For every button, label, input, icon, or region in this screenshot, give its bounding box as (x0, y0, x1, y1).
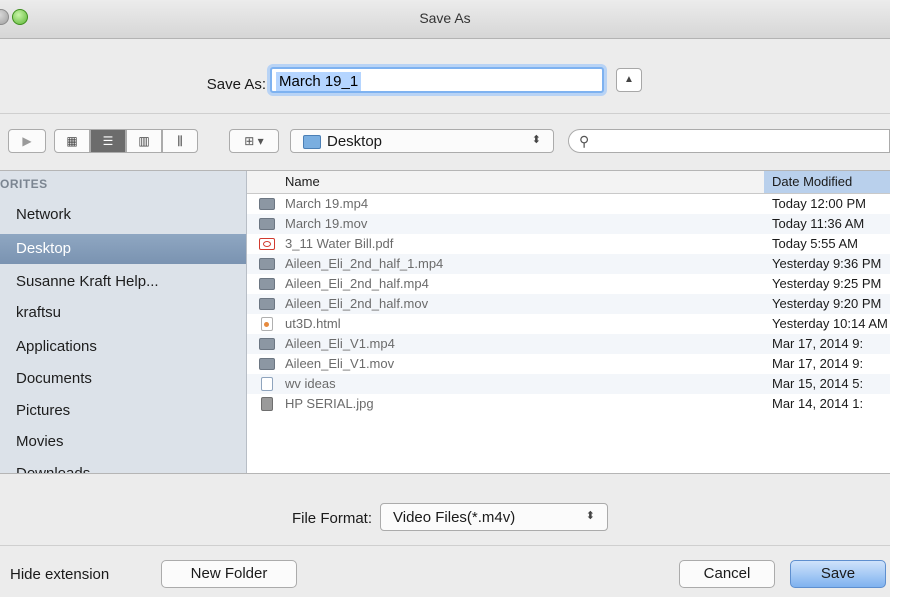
video-file-icon (259, 278, 275, 290)
video-file-icon (259, 298, 275, 310)
file-browser: ORITES Network Desktop Susanne Kraft Hel… (0, 170, 890, 474)
file-format-value: Video Files(*.m4v) (393, 509, 516, 526)
save-as-value[interactable]: March 19_1 (276, 72, 362, 91)
file-date: Today 11:36 AM (772, 216, 865, 231)
cover-flow-button[interactable]: ⫼ (162, 129, 198, 153)
search-icon: ⚲ (579, 133, 590, 149)
file-row[interactable]: Aileen_Eli_2nd_half_1.mp4 Yesterday 9:36… (247, 254, 890, 274)
file-row[interactable]: ut3D.html Yesterday 10:14 AM (247, 314, 890, 334)
location-popup[interactable]: Desktop ⬍ (290, 129, 554, 153)
sidebar-item-network[interactable]: Network (0, 200, 246, 230)
window-title: Save As (419, 10, 471, 26)
column-view-button[interactable]: ▥ (126, 129, 162, 153)
file-date: Today 12:00 PM (772, 196, 866, 211)
video-file-icon (259, 218, 275, 230)
file-row[interactable]: Aileen_Eli_V1.mp4 Mar 17, 2014 9: (247, 334, 890, 354)
search-input[interactable]: ⚲ (568, 129, 890, 153)
file-name: Aileen_Eli_2nd_half_1.mp4 (285, 256, 444, 271)
file-format-select[interactable]: Video Files(*.m4v) ⬍ (380, 503, 608, 531)
pdf-file-icon (259, 238, 275, 250)
file-row[interactable]: wv ideas Mar 15, 2014 5: (247, 374, 890, 394)
file-date: Mar 15, 2014 5: (772, 376, 864, 391)
save-button[interactable]: Save (790, 560, 886, 588)
collapse-dialog-button[interactable]: ▲ (616, 68, 642, 92)
file-row[interactable]: HP SERIAL.jpg Mar 14, 2014 1: (247, 394, 890, 414)
folder-icon (303, 135, 321, 149)
file-row[interactable]: Aileen_Eli_2nd_half.mov Yesterday 9:20 P… (247, 294, 890, 314)
file-row[interactable]: 3_11 Water Bill.pdf Today 5:55 AM (247, 234, 890, 254)
file-name: HP SERIAL.jpg (285, 396, 374, 411)
divider (0, 113, 890, 114)
video-file-icon (259, 338, 275, 350)
name-column-header[interactable]: Name (285, 174, 320, 189)
cancel-button[interactable]: Cancel (679, 560, 775, 588)
sidebar-item-downloads[interactable]: Downloads (0, 459, 246, 473)
file-name: March 19.mp4 (285, 196, 369, 211)
html-file-icon (261, 317, 273, 331)
video-file-icon (259, 258, 275, 270)
updown-arrows-icon: ⬍ (585, 510, 595, 522)
divider (0, 545, 890, 546)
forward-button[interactable]: ▶ (8, 129, 46, 153)
location-label: Desktop (327, 133, 383, 150)
hide-extension-checkbox[interactable]: Hide extension (10, 566, 109, 583)
file-name: March 19.mov (285, 216, 368, 231)
file-date: Yesterday 10:14 AM (772, 316, 888, 331)
sidebar-heading-favorites: ORITES (0, 177, 48, 191)
save-as-dialog: Save As Save As: March 19_1 ▲ ▶ ▦ ☰ ▥ ⫼ … (0, 0, 890, 597)
sidebar-item-desktop[interactable]: Desktop (0, 234, 246, 264)
date-modified-column-header[interactable]: Date Modified (764, 171, 890, 193)
new-folder-button[interactable]: New Folder (161, 560, 297, 588)
file-date: Yesterday 9:25 PM (772, 276, 882, 291)
sidebar-item-kraftsu[interactable]: kraftsu (0, 298, 246, 328)
video-file-icon (259, 198, 275, 210)
file-name: Aileen_Eli_V1.mov (285, 356, 395, 371)
file-date: Yesterday 9:36 PM (772, 256, 882, 271)
file-list: Name Date Modified March 19.mp4 Today 12… (247, 171, 890, 473)
title-bar: Save As (0, 0, 890, 39)
image-file-icon (261, 397, 273, 411)
file-date: Yesterday 9:20 PM (772, 296, 882, 311)
updown-arrows-icon: ⬍ (531, 134, 541, 146)
video-file-icon (259, 358, 275, 370)
file-row[interactable]: Aileen_Eli_2nd_half.mp4 Yesterday 9:25 P… (247, 274, 890, 294)
file-name: ut3D.html (285, 316, 341, 331)
file-name: Aileen_Eli_2nd_half.mov (285, 296, 429, 311)
file-row[interactable]: March 19.mov Today 11:36 AM (247, 214, 890, 234)
sidebar: ORITES Network Desktop Susanne Kraft Hel… (0, 171, 247, 473)
file-date: Mar 17, 2014 9: (772, 356, 864, 371)
sidebar-item-movies[interactable]: Movies (0, 427, 246, 457)
icon-view-button[interactable]: ▦ (54, 129, 90, 153)
sidebar-item-applications[interactable]: Applications (0, 332, 246, 362)
window-edge (890, 0, 898, 597)
file-name: 3_11 Water Bill.pdf (285, 236, 394, 251)
file-row[interactable]: Aileen_Eli_V1.mov Mar 17, 2014 9: (247, 354, 890, 374)
list-view-button[interactable]: ☰ (90, 129, 126, 153)
save-as-input[interactable]: March 19_1 (270, 67, 604, 93)
file-row[interactable]: March 19.mp4 Today 12:00 PM (247, 194, 890, 214)
sidebar-item-documents[interactable]: Documents (0, 364, 246, 394)
file-list-header: Name Date Modified (247, 171, 890, 194)
file-date: Today 5:55 AM (772, 236, 858, 251)
save-as-label: Save As: (206, 76, 266, 93)
arrange-button[interactable]: ⊞ ▾ (229, 129, 279, 153)
sidebar-item-pictures[interactable]: Pictures (0, 396, 246, 426)
text-file-icon (261, 377, 273, 391)
sidebar-item-susanne-kraft-help[interactable]: Susanne Kraft Help... (0, 267, 246, 297)
file-date: Mar 17, 2014 9: (772, 336, 864, 351)
file-format-label: File Format: (291, 510, 372, 527)
file-date: Mar 14, 2014 1: (772, 396, 864, 411)
file-name: wv ideas (285, 376, 336, 391)
file-name: Aileen_Eli_V1.mp4 (285, 336, 395, 351)
file-name: Aileen_Eli_2nd_half.mp4 (285, 276, 429, 291)
